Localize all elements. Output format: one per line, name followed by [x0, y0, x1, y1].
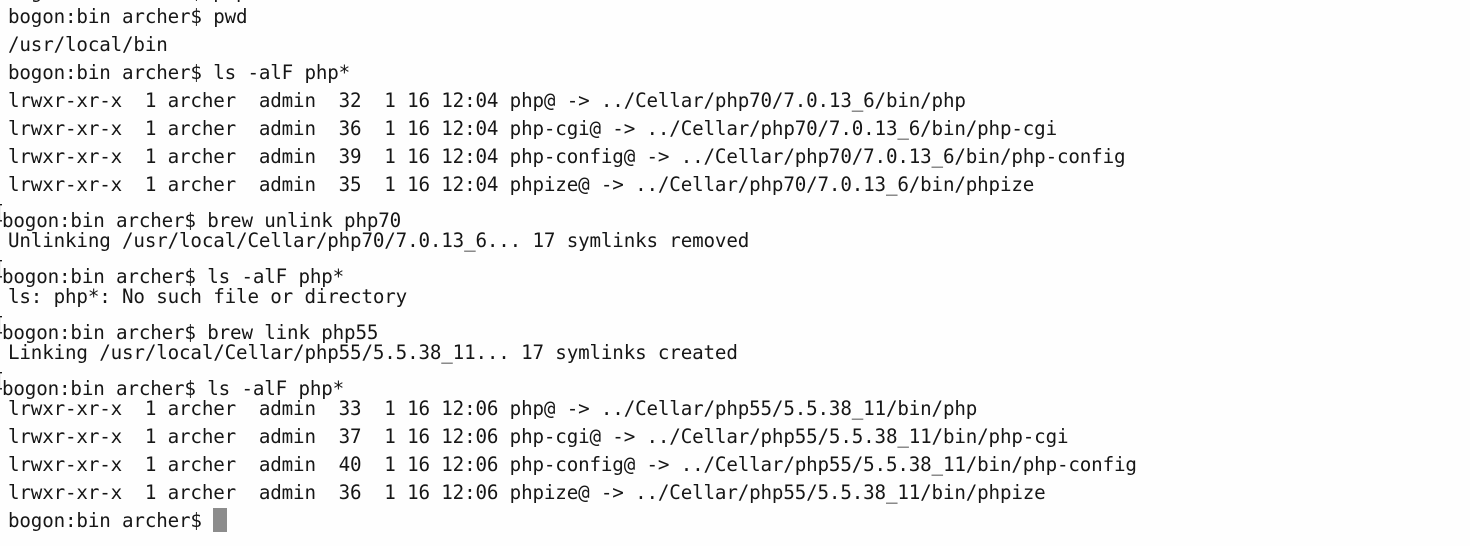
terminal-active-line: bogon:bin archer$ — [0, 507, 1470, 535]
output-line-text: lrwxr-xr-x 1 archer admin 35 1 16 12:04 … — [8, 173, 1035, 196]
terminal-line: [bogon:bin archer$ ls -alF php* — [0, 255, 1470, 288]
prompt-line-text: bogon:bin archer$ — [8, 509, 214, 532]
terminal-line: lrwxr-xr-x 1 archer admin 32 1 16 12:04 … — [0, 87, 1470, 115]
terminal-line: [bogon:bin archer$ brew link php55 — [0, 311, 1470, 344]
terminal-line: ls: php*: No such file or directory — [0, 283, 1470, 311]
output-line-text: lrwxr-xr-x 1 archer admin 40 1 16 12:06 … — [8, 453, 1137, 476]
output-line-text: ls: php*: No such file or directory — [8, 285, 408, 308]
output-line-text: lrwxr-xr-x 1 archer admin 37 1 16 12:06 … — [8, 425, 1069, 448]
output-line-text: lrwxr-xr-x 1 archer admin 36 1 16 12:06 … — [8, 481, 1046, 504]
output-line-text: lrwxr-xr-x 1 archer admin 32 1 16 12:04 … — [8, 89, 966, 112]
terminal-line: lrwxr-xr-x 1 archer admin 33 1 16 12:06 … — [0, 395, 1470, 423]
output-line-text: /usr/local/bin — [8, 33, 168, 56]
output-line-text: lrwxr-xr-x 1 archer admin 39 1 16 12:04 … — [8, 145, 1126, 168]
terminal-line: [bogon:bin archer$ brew unlink php70 — [0, 199, 1470, 232]
terminal-line: Linking /usr/local/Cellar/php55/5.5.38_1… — [0, 339, 1470, 367]
terminal-screen[interactable]: bogon:bin archer$ pwd/usr/local/bin bogon… — [0, 3, 1470, 535]
terminal-line: bogon:bin archer$ ls -alF php* — [0, 59, 1470, 87]
terminal-line: lrwxr-xr-x 1 archer admin 35 1 16 12:04 … — [0, 171, 1470, 199]
terminal-line: /usr/local/bin — [0, 31, 1470, 59]
output-line-text: lrwxr-xr-x 1 archer admin 33 1 16 12:06 … — [8, 397, 978, 420]
terminal-line: [bogon:bin archer$ ls -alF php* — [0, 367, 1470, 400]
prompt-line-text: bogon:bin archer$ pwd — [8, 5, 248, 28]
terminal-line: lrwxr-xr-x 1 archer admin 39 1 16 12:04 … — [0, 143, 1470, 171]
block-cursor — [213, 508, 228, 532]
output-line-text: lrwxr-xr-x 1 archer admin 36 1 16 12:04 … — [8, 117, 1057, 140]
terminal-line: lrwxr-xr-x 1 archer admin 36 1 16 12:04 … — [0, 115, 1470, 143]
terminal-line: lrwxr-xr-x 1 archer admin 37 1 16 12:06 … — [0, 423, 1470, 451]
prompt-line-text: bogon:bin archer$ ls -alF php* — [8, 61, 351, 84]
terminal-line: lrwxr-xr-x 1 archer admin 40 1 16 12:06 … — [0, 451, 1470, 479]
terminal-line: bogon:bin archer$ pwd — [0, 3, 1470, 31]
output-line-text: Linking /usr/local/Cellar/php55/5.5.38_1… — [8, 341, 738, 364]
terminal-window[interactable]: bogon:bin archer$ php -v bogon:bin arche… — [0, 0, 1470, 546]
terminal-line: Unlinking /usr/local/Cellar/php70/7.0.13… — [0, 227, 1470, 255]
output-line-text: Unlinking /usr/local/Cellar/php70/7.0.13… — [8, 229, 750, 252]
terminal-line: lrwxr-xr-x 1 archer admin 36 1 16 12:06 … — [0, 479, 1470, 507]
